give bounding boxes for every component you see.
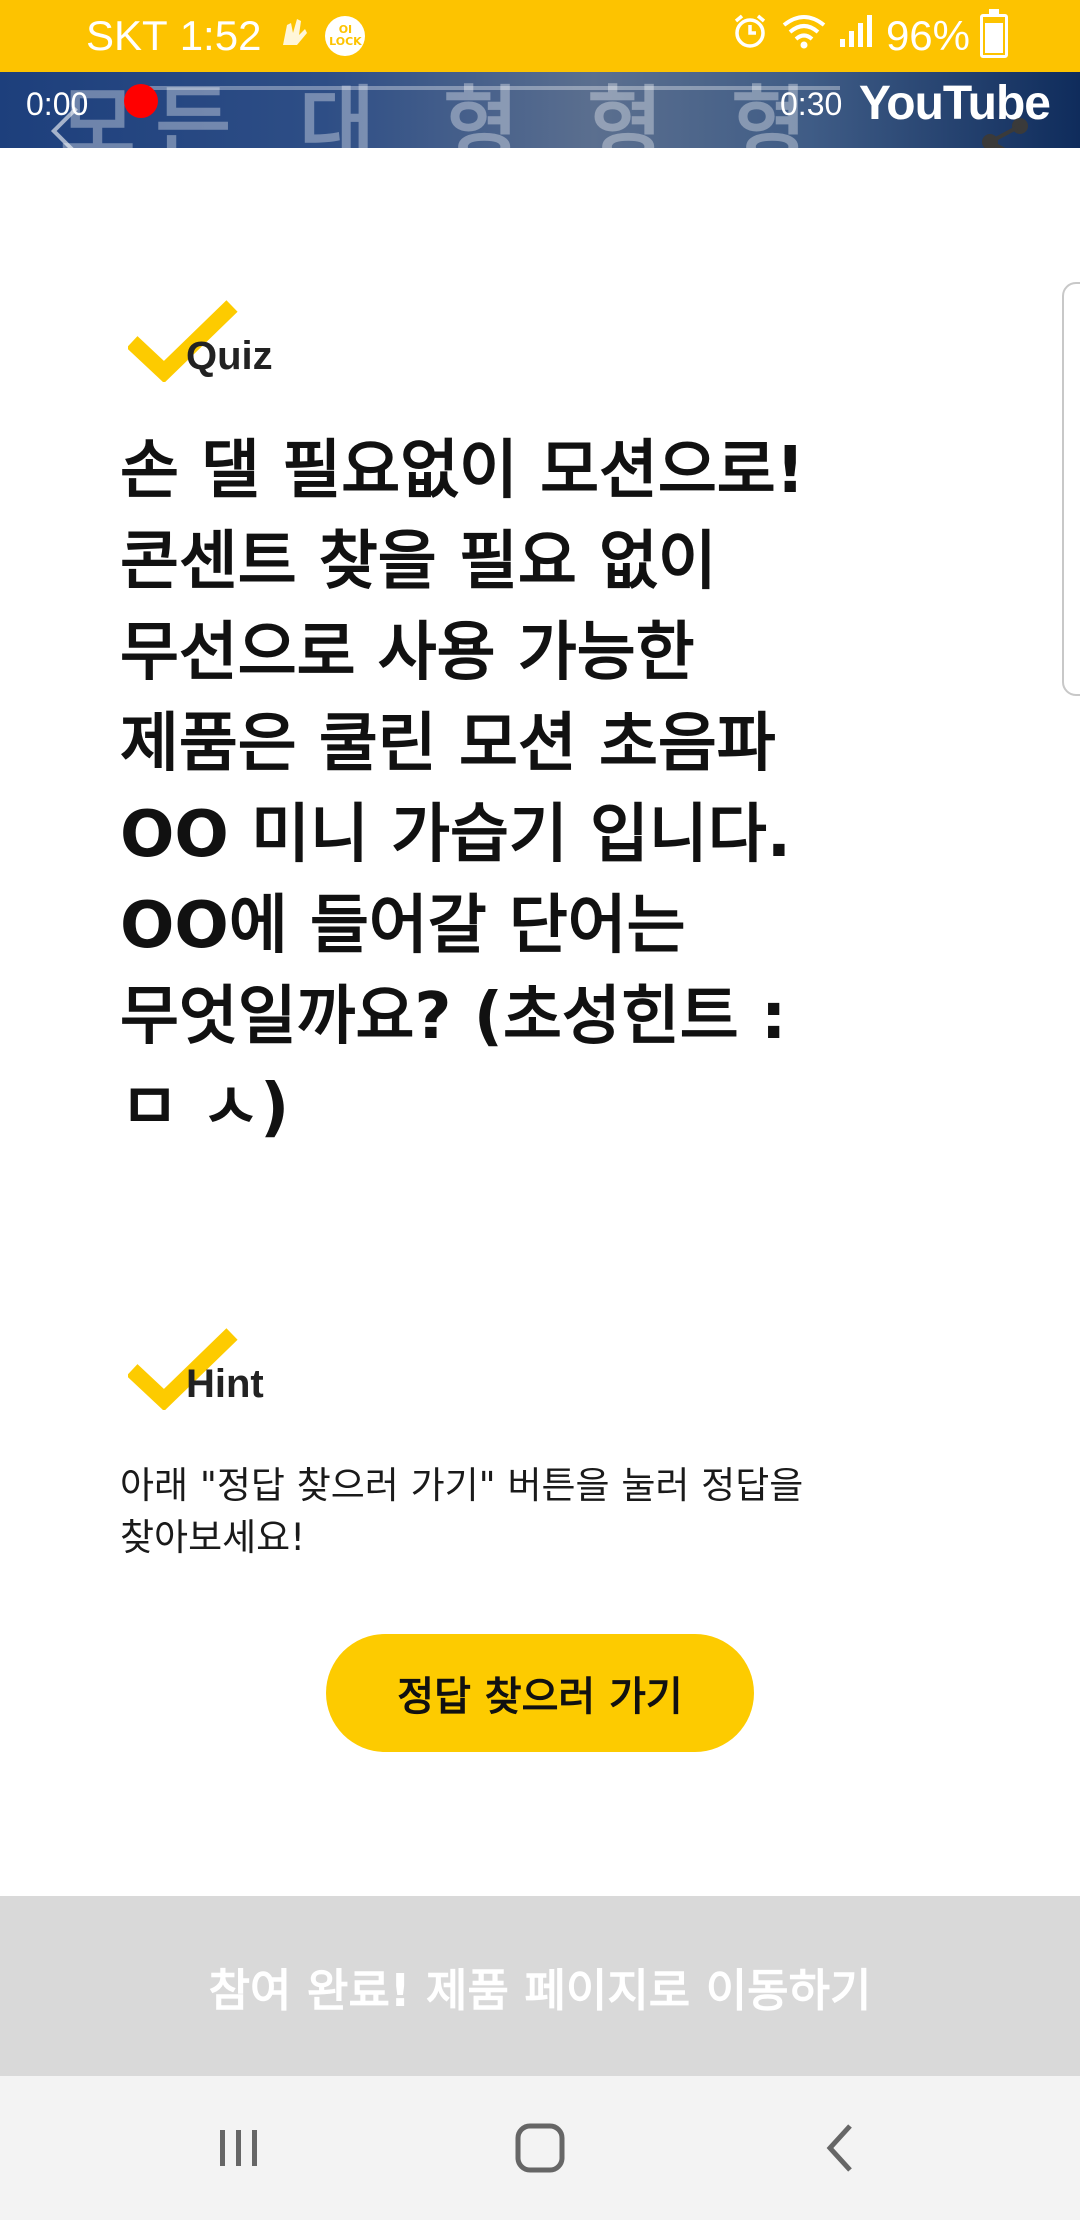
- go-to-product-button[interactable]: 참여 완료! 제품 페이지로 이동하기: [0, 1896, 1080, 2076]
- carrier-label: SKT: [86, 12, 168, 59]
- wifi-icon: [780, 11, 828, 61]
- video-total-time: 0:30: [780, 86, 843, 122]
- share-icon[interactable]: [976, 112, 1036, 148]
- home-icon: [515, 2123, 565, 2173]
- status-right: 96%: [730, 9, 1008, 62]
- video-progress-track[interactable]: [140, 86, 840, 90]
- back-icon: [826, 2124, 852, 2172]
- signal-icon: [838, 11, 876, 61]
- edge-panel-handle[interactable]: [1062, 282, 1080, 696]
- back-button[interactable]: [802, 2108, 882, 2188]
- quiz-label: Quiz: [186, 334, 273, 378]
- clock: 1:52: [179, 12, 262, 59]
- recent-apps-icon: [220, 2130, 257, 2166]
- quiz-question: 손 댈 필요없이 모션으로! 콘센트 찾을 필요 없이 무선으로 사용 가능한 …: [120, 434, 805, 1145]
- alarm-icon: [730, 11, 770, 61]
- video-frame-text: 모든 대 형 형 형: [60, 78, 827, 148]
- system-nav-bar: [0, 2076, 1080, 2220]
- quiz-header: Quiz: [128, 298, 328, 388]
- recent-apps-button[interactable]: [198, 2108, 278, 2188]
- hint-label: Hint: [186, 1362, 264, 1406]
- olock-badge-icon: OI LOCK: [325, 16, 366, 56]
- home-button[interactable]: [500, 2108, 580, 2188]
- hint-header: Hint: [128, 1326, 328, 1416]
- find-answer-button[interactable]: 정답 찾으러 가기: [326, 1634, 754, 1752]
- hint-text: 아래 "정답 찾으러 가기" 버튼을 눌러 정답을 찾아보세요!: [120, 1464, 804, 1559]
- video-player[interactable]: 모든 대 형 형 형 0:00 0:30 YouTube: [0, 72, 1080, 148]
- status-left: SKT 1:52 OI LOCK: [86, 10, 366, 62]
- notification-hand-icon: [273, 11, 313, 61]
- status-bar: SKT 1:52 OI LOCK 96%: [0, 0, 1080, 72]
- battery-percent: 96%: [885, 12, 970, 59]
- battery-icon: [980, 9, 1008, 58]
- video-scrubber-handle[interactable]: [124, 84, 158, 118]
